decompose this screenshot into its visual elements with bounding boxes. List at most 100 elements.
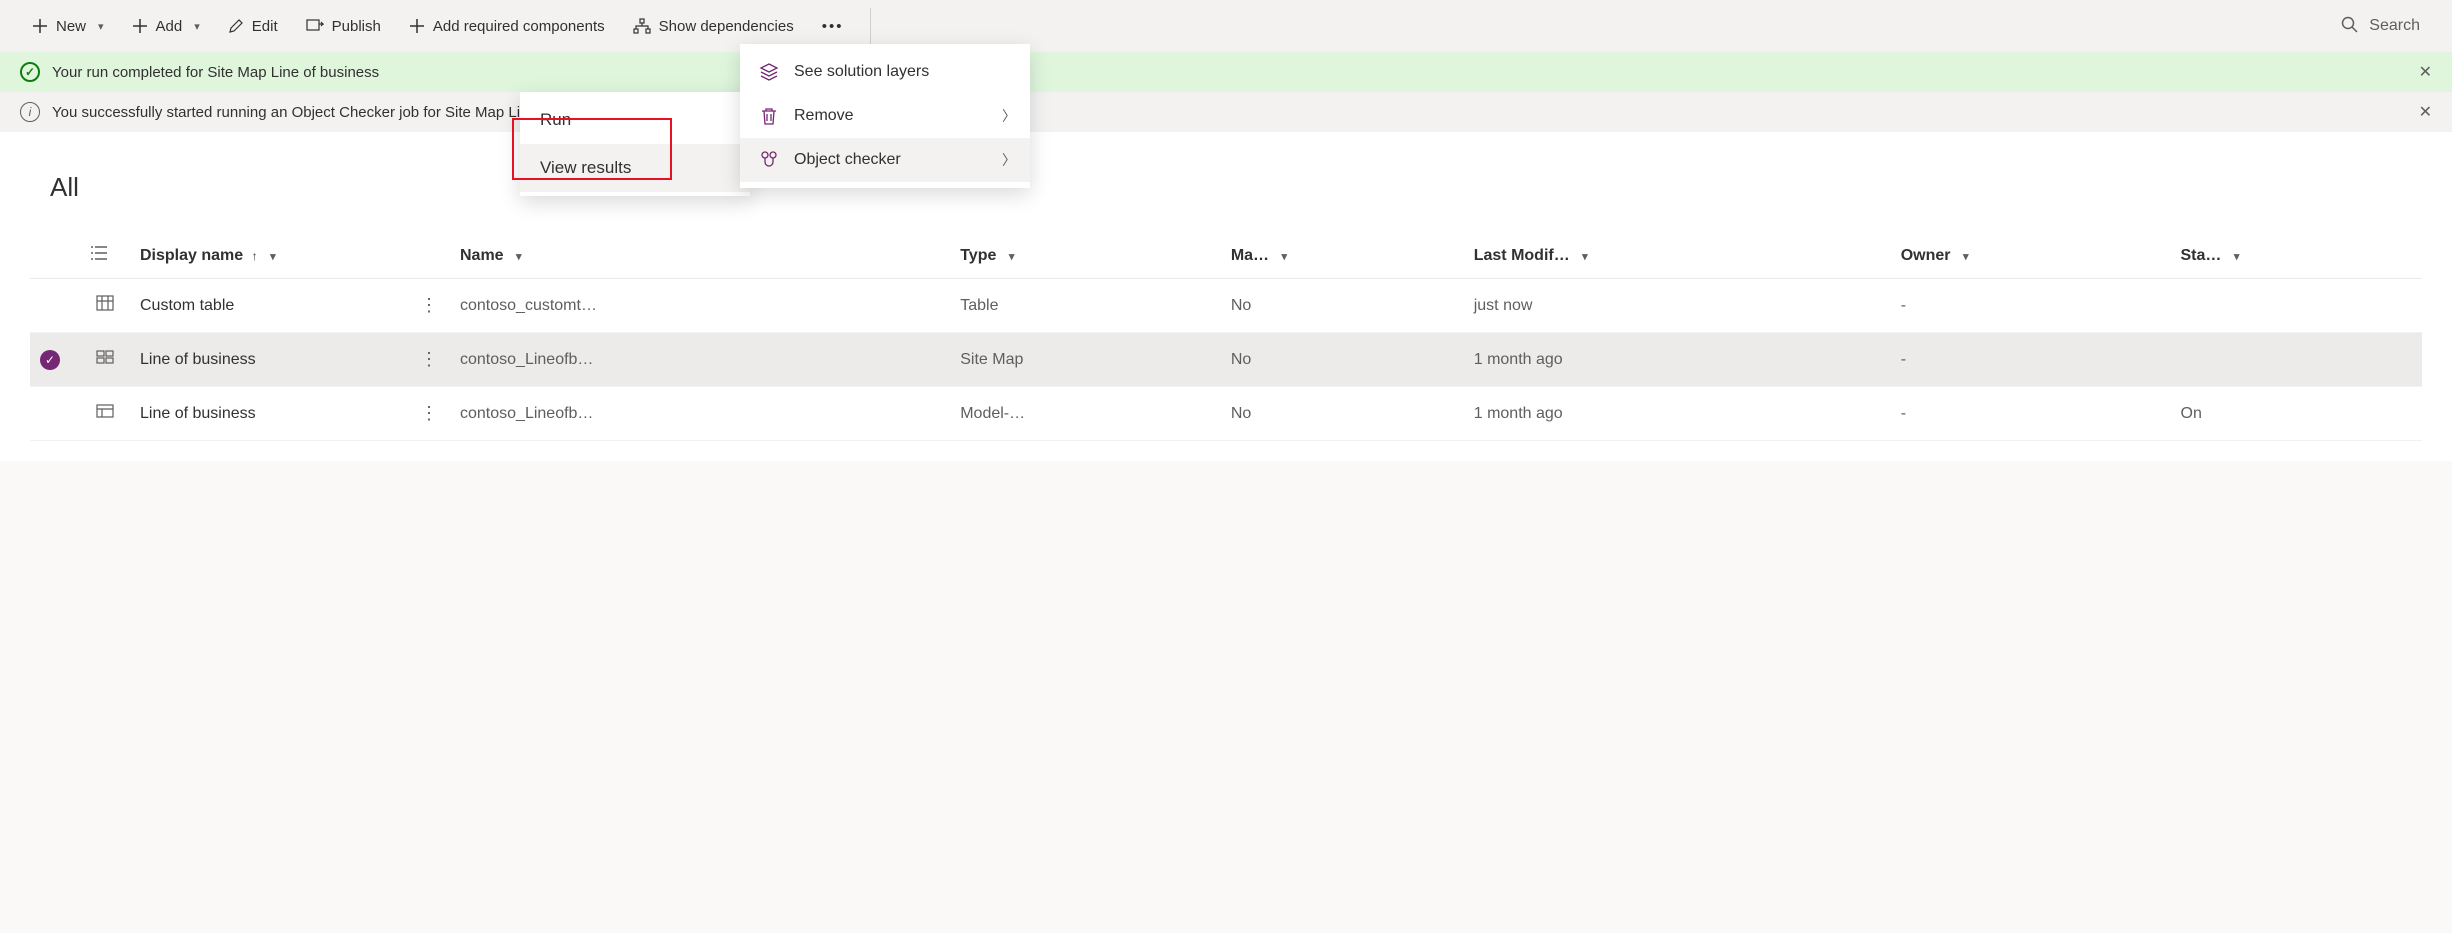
add-button[interactable]: Add ▾ <box>120 10 212 43</box>
col-label: Last Modif… <box>1474 247 1570 264</box>
chevron-down-icon: ▾ <box>1282 251 1288 263</box>
col-icon-header[interactable] <box>80 233 130 279</box>
toolbar-divider <box>870 8 871 44</box>
chevron-down-icon: ▾ <box>270 251 276 263</box>
cell-type: Site Map <box>950 333 1221 387</box>
publish-icon <box>306 18 324 34</box>
cell-managed: No <box>1221 333 1464 387</box>
page-title: All <box>50 172 2422 203</box>
col-label: Owner <box>1901 247 1951 264</box>
model-app-icon <box>96 405 114 422</box>
cell-managed: No <box>1221 387 1464 441</box>
list-icon <box>90 248 108 265</box>
chevron-down-icon: ▾ <box>516 251 522 263</box>
show-deps-label: Show dependencies <box>659 18 794 35</box>
add-required-label: Add required components <box>433 18 605 35</box>
cell-owner: - <box>1891 279 2171 333</box>
object-checker-submenu: Run View results <box>520 92 750 196</box>
col-label: Sta… <box>2181 247 2222 264</box>
chevron-down-icon: ▾ <box>1963 251 1969 263</box>
dependencies-icon <box>633 18 651 34</box>
row-actions-button[interactable]: ⋮ <box>420 295 439 315</box>
chevron-down-icon: ▾ <box>2234 251 2240 263</box>
col-type[interactable]: Type ▾ <box>950 233 1221 279</box>
success-banner: ✓ Your run completed for Site Map Line o… <box>0 52 2452 92</box>
cell-display-name: Custom table <box>130 279 410 333</box>
chevron-right-icon: 〉 <box>1002 106 1016 126</box>
sitemap-icon <box>96 351 114 368</box>
search-placeholder: Search <box>2369 17 2420 35</box>
cell-owner: - <box>1891 333 2171 387</box>
publish-label: Publish <box>332 18 381 35</box>
submenu-label: Run <box>540 110 571 129</box>
submenu-label: View results <box>540 158 631 177</box>
table-row[interactable]: ✓ Line of business ⋮ contoso_Lineofb… Si… <box>30 333 2422 387</box>
menu-object-checker[interactable]: Object checker 〉 <box>740 138 1030 182</box>
cell-owner: - <box>1891 387 2171 441</box>
col-managed[interactable]: Ma… ▾ <box>1221 233 1464 279</box>
cell-name: contoso_Lineofb… <box>450 333 950 387</box>
trash-icon <box>758 106 780 126</box>
table-header-row: Display name ↑ ▾ Name ▾ Type ▾ Ma… ▾ <box>30 233 2422 279</box>
table-row[interactable]: Custom table ⋮ contoso_customt… Table No… <box>30 279 2422 333</box>
publish-button[interactable]: Publish <box>294 10 393 43</box>
cell-last-modified: 1 month ago <box>1464 333 1891 387</box>
cell-name: contoso_customt… <box>450 279 950 333</box>
row-checkbox[interactable] <box>40 296 60 316</box>
content-area: Run View results All Display name ↑ ▾ <box>0 132 2452 461</box>
close-icon[interactable]: ✕ <box>2419 62 2432 82</box>
chevron-down-icon: ▾ <box>98 20 104 33</box>
search-input[interactable]: Search <box>2329 10 2432 43</box>
cell-last-modified: 1 month ago <box>1464 387 1891 441</box>
check-icon: ✓ <box>20 62 40 82</box>
menu-remove[interactable]: Remove 〉 <box>740 94 1030 138</box>
show-dependencies-button[interactable]: Show dependencies <box>621 10 806 43</box>
layers-icon <box>758 62 780 82</box>
overflow-button[interactable]: ••• <box>810 10 856 43</box>
new-button[interactable]: New ▾ <box>20 10 116 43</box>
sort-asc-icon: ↑ <box>252 249 258 263</box>
col-label: Display name <box>140 247 243 264</box>
col-select[interactable] <box>30 233 80 279</box>
components-table: Display name ↑ ▾ Name ▾ Type ▾ Ma… ▾ <box>30 233 2422 441</box>
cell-display-name: Line of business <box>130 333 410 387</box>
menu-label: Remove <box>794 107 854 125</box>
submenu-run[interactable]: Run <box>520 96 750 144</box>
chevron-down-icon: ▾ <box>194 20 200 33</box>
cell-name: contoso_Lineofb… <box>450 387 950 441</box>
col-label: Type <box>960 247 996 264</box>
row-checkbox[interactable] <box>40 404 60 424</box>
close-icon[interactable]: ✕ <box>2419 102 2432 122</box>
row-checkbox[interactable]: ✓ <box>40 350 60 370</box>
col-owner[interactable]: Owner ▾ <box>1891 233 2171 279</box>
row-actions-button[interactable]: ⋮ <box>420 349 439 369</box>
plus-icon <box>32 18 48 34</box>
col-display-name[interactable]: Display name ↑ ▾ <box>130 233 410 279</box>
command-bar: New ▾ Add ▾ Edit Publish Add required co… <box>0 0 2452 52</box>
add-required-button[interactable]: Add required components <box>397 10 617 43</box>
edit-button[interactable]: Edit <box>216 10 290 43</box>
add-label: Add <box>156 18 183 35</box>
col-label: Ma… <box>1231 247 1269 264</box>
success-text: Your run completed for Site Map Line of … <box>52 64 379 81</box>
col-status[interactable]: Sta… ▾ <box>2171 233 2423 279</box>
submenu-view-results[interactable]: View results <box>520 144 750 192</box>
menu-see-solution-layers[interactable]: See solution layers <box>740 50 1030 94</box>
cell-type: Table <box>950 279 1221 333</box>
table-row[interactable]: Line of business ⋮ contoso_Lineofb… Mode… <box>30 387 2422 441</box>
cell-status: On <box>2171 387 2423 441</box>
cell-status <box>2171 279 2423 333</box>
checker-icon <box>758 150 780 170</box>
col-name[interactable]: Name ▾ <box>450 233 950 279</box>
col-last-modified[interactable]: Last Modif… ▾ <box>1464 233 1891 279</box>
info-banner: i You successfully started running an Ob… <box>0 92 2452 132</box>
info-icon: i <box>20 102 40 122</box>
plus-icon <box>132 18 148 34</box>
col-label: Name <box>460 247 504 264</box>
cell-display-name: Line of business <box>130 387 410 441</box>
cell-last-modified: just now <box>1464 279 1891 333</box>
row-actions-button[interactable]: ⋮ <box>420 403 439 423</box>
menu-label: See solution layers <box>794 63 929 81</box>
pencil-icon <box>228 18 244 34</box>
edit-label: Edit <box>252 18 278 35</box>
